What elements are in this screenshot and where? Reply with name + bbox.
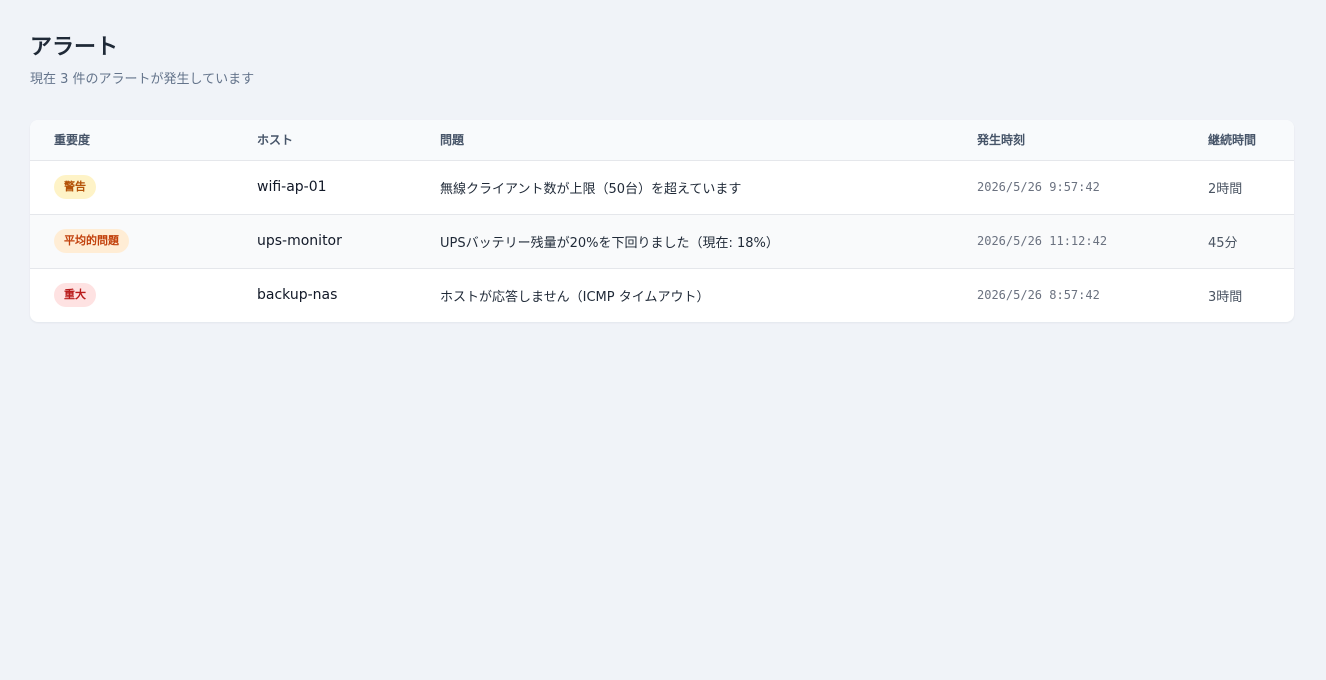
alerts-table-card: 重要度 ホスト 問題 発生時刻 継続時間 警告 wifi-ap-01 無線クライ… [30,120,1294,322]
severity-badge: 平均的問題 [54,229,129,253]
host-cell: ups-monitor [257,214,440,268]
issue-text: ホストが応答しません（ICMP タイムアウト） [440,289,710,305]
duration-text: 2時間 [1208,181,1243,197]
column-header-duration[interactable]: 継続時間 [1208,120,1294,161]
occurred-time: 2026/5/26 11:12:42 [977,233,1108,248]
issue-text: UPSバッテリー残量が20%を下回りました（現在: 18%） [440,235,779,251]
issue-cell: 無線クライアント数が上限（50台）を超えています [440,160,977,214]
duration-text: 45分 [1208,235,1238,251]
column-header-time[interactable]: 発生時刻 [977,120,1208,161]
table-header-row: 重要度 ホスト 問題 発生時刻 継続時間 [30,120,1294,161]
table-row[interactable]: 平均的問題 ups-monitor UPSバッテリー残量が20%を下回りました（… [30,214,1294,268]
severity-cell: 重大 [30,268,257,322]
alerts-page: アラート 現在 3 件のアラートが発生しています 重要度 ホスト 問題 発生時刻… [0,0,1326,680]
severity-badge: 重大 [54,283,96,308]
time-cell: 2026/5/26 11:12:42 [977,214,1208,268]
column-header-issue[interactable]: 問題 [440,120,977,161]
issue-cell: ホストが応答しません（ICMP タイムアウト） [440,268,977,322]
column-header-severity[interactable]: 重要度 [30,120,257,161]
host-name[interactable]: backup-nas [257,287,337,303]
duration-cell: 3時間 [1208,268,1294,322]
host-name[interactable]: ups-monitor [257,233,342,249]
time-cell: 2026/5/26 9:57:42 [977,160,1208,214]
occurred-time: 2026/5/26 8:57:42 [977,287,1100,302]
table-row[interactable]: 重大 backup-nas ホストが応答しません（ICMP タイムアウト） 20… [30,268,1294,322]
alerts-table: 重要度 ホスト 問題 発生時刻 継続時間 警告 wifi-ap-01 無線クライ… [30,120,1294,322]
page-subtitle: 現在 3 件のアラートが発生しています [30,72,255,87]
column-header-host[interactable]: ホスト [257,120,440,161]
table-row[interactable]: 警告 wifi-ap-01 無線クライアント数が上限（50台）を超えています 2… [30,160,1294,214]
issue-cell: UPSバッテリー残量が20%を下回りました（現在: 18%） [440,214,977,268]
severity-cell: 警告 [30,160,257,214]
severity-cell: 平均的問題 [30,214,257,268]
page-title: アラート [30,35,119,60]
time-cell: 2026/5/26 8:57:42 [977,268,1208,322]
host-cell: backup-nas [257,268,440,322]
host-cell: wifi-ap-01 [257,160,440,214]
duration-cell: 2時間 [1208,160,1294,214]
issue-text: 無線クライアント数が上限（50台）を超えています [440,181,742,197]
duration-text: 3時間 [1208,289,1243,305]
host-name[interactable]: wifi-ap-01 [257,179,327,195]
severity-badge: 警告 [54,175,96,199]
occurred-time: 2026/5/26 9:57:42 [977,179,1100,194]
duration-cell: 45分 [1208,214,1294,268]
